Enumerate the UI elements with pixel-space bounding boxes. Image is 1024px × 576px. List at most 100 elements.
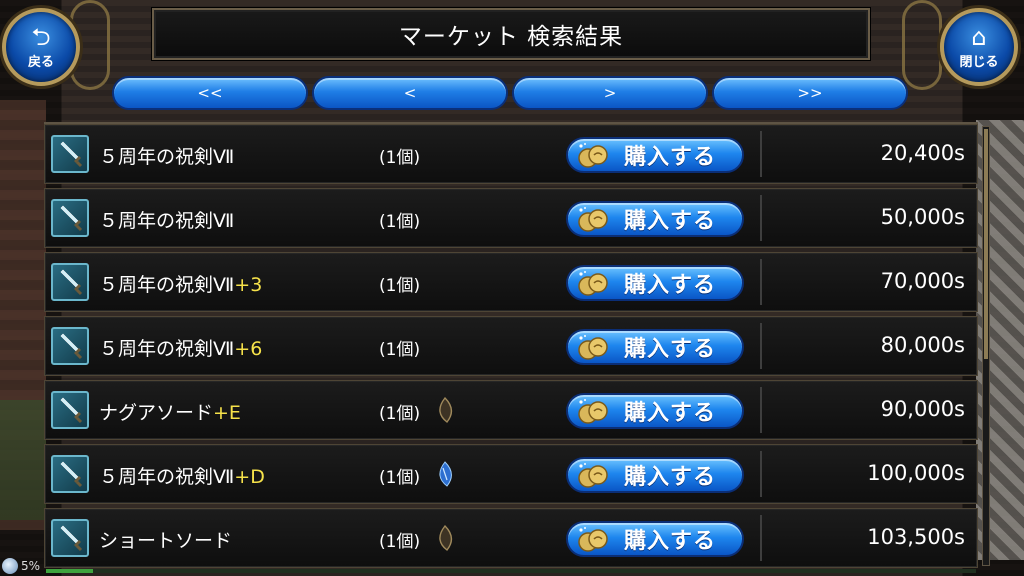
market-item-row: ナグアソード+E (1個) 購入する 90,000s: [44, 380, 978, 440]
ornament-right: [902, 0, 942, 90]
item-quantity: (1個): [379, 276, 421, 296]
status-progress-fill: [46, 569, 93, 573]
item-name-text: ナグアソード: [99, 402, 214, 424]
item-quantity: (1個): [379, 532, 421, 552]
buy-button-label: 購入する: [624, 273, 717, 298]
prev-page-button[interactable]: <: [312, 76, 508, 110]
row-divider: [760, 131, 762, 177]
market-item-row: ショートソード (1個) 購入する 103,500s: [44, 508, 978, 568]
background-grass-left: [0, 400, 46, 520]
item-price: 90,000s: [880, 397, 965, 421]
item-price: 20,400s: [880, 141, 965, 165]
item-enhance-level: +E: [213, 402, 241, 424]
buy-button[interactable]: 購入する: [566, 201, 744, 237]
item-name-text: ５周年の祝剣Ⅶ: [99, 210, 235, 232]
sword-icon[interactable]: [51, 199, 89, 237]
close-label: 閉じる: [959, 54, 999, 70]
buy-button-label: 購入する: [624, 209, 717, 234]
item-quantity: (1個): [379, 212, 421, 232]
brown-stone-icon: [433, 524, 457, 552]
sword-icon[interactable]: [51, 263, 89, 301]
return-arrow-icon: ⮌: [31, 22, 51, 51]
item-name-text: ショートソード: [99, 530, 233, 552]
item-name: ５周年の祝剣Ⅶ+3: [99, 270, 262, 297]
pagination: << < > >>: [112, 76, 908, 110]
item-name-text: ５周年の祝剣Ⅶ: [99, 274, 235, 296]
market-item-row: ５周年の祝剣Ⅶ+3 (1個) 購入する 70,000s: [44, 252, 978, 312]
blue-stone-icon: [433, 460, 457, 488]
row-divider: [760, 195, 762, 241]
sword-icon[interactable]: [51, 455, 89, 493]
item-enhance-level: +3: [234, 274, 263, 296]
item-quantity: (1個): [379, 468, 421, 488]
buy-button[interactable]: 購入する: [566, 265, 744, 301]
item-name-text: ５周年の祝剣Ⅶ: [99, 146, 235, 168]
item-price: 50,000s: [880, 205, 965, 229]
sword-icon[interactable]: [51, 391, 89, 429]
row-divider: [760, 515, 762, 561]
sword-icon[interactable]: [51, 519, 89, 557]
item-name: ５周年の祝剣Ⅶ+6: [99, 334, 262, 361]
coin-icon: [576, 269, 610, 297]
item-name: ショートソード: [99, 526, 232, 553]
coin-icon: [576, 141, 610, 169]
item-name-text: ５周年の祝剣Ⅶ: [99, 338, 235, 360]
next-page-button[interactable]: >: [512, 76, 708, 110]
status-indicator: 5%: [0, 556, 40, 576]
item-enhance-level: +6: [234, 338, 263, 360]
sword-icon[interactable]: [51, 327, 89, 365]
buy-button-label: 購入する: [624, 145, 717, 170]
buy-button-label: 購入する: [624, 529, 717, 554]
coin-icon: [576, 205, 610, 233]
row-divider: [760, 323, 762, 369]
row-divider: [760, 259, 762, 305]
market-item-row: ５周年の祝剣Ⅶ (1個) 購入する 50,000s: [44, 188, 978, 248]
item-price: 80,000s: [880, 333, 965, 357]
home-icon: ⌂: [971, 22, 987, 51]
item-quantity: (1個): [379, 148, 421, 168]
coin-icon: [576, 525, 610, 553]
item-name: ５周年の祝剣Ⅶ: [99, 142, 234, 169]
buy-button-label: 購入する: [624, 465, 717, 490]
buy-button[interactable]: 購入する: [566, 521, 744, 557]
item-price: 100,000s: [867, 461, 965, 485]
coin-icon: [576, 461, 610, 489]
item-name-text: ５周年の祝剣Ⅶ: [99, 466, 235, 488]
title-bar: マーケット 検索結果: [152, 8, 870, 60]
buy-button-label: 購入する: [624, 401, 717, 426]
list-scrollbar[interactable]: [982, 126, 990, 566]
page-title: マーケット 検索結果: [398, 24, 624, 50]
item-price: 70,000s: [880, 269, 965, 293]
item-name: ナグアソード+E: [99, 398, 241, 425]
back-label: 戻る: [27, 54, 54, 70]
close-button[interactable]: ⌂ 閉じる: [940, 8, 1018, 86]
buy-button[interactable]: 購入する: [566, 457, 744, 493]
item-name: ５周年の祝剣Ⅶ+D: [99, 462, 265, 489]
scroll-thumb[interactable]: [984, 129, 988, 359]
buy-button[interactable]: 購入する: [566, 137, 744, 173]
market-item-row: ５周年の祝剣Ⅶ+6 (1個) 購入する 80,000s: [44, 316, 978, 376]
back-button[interactable]: ⮌ 戻る: [2, 8, 80, 86]
buy-button-label: 購入する: [624, 337, 717, 362]
brown-stone-icon: [433, 396, 457, 424]
status-progress-bar: [46, 569, 976, 573]
item-quantity: (1個): [379, 340, 421, 360]
first-page-button[interactable]: <<: [112, 76, 308, 110]
market-result-list: ５周年の祝剣Ⅶ (1個) 購入する 20,400s ５周年の祝剣Ⅶ (1個) 購入する 50,…: [44, 122, 978, 572]
buy-button[interactable]: 購入する: [566, 329, 744, 365]
market-item-row: ５周年の祝剣Ⅶ+D (1個) 購入する 100,000s: [44, 444, 978, 504]
buy-button[interactable]: 購入する: [566, 393, 744, 429]
item-name: ５周年の祝剣Ⅶ: [99, 206, 234, 233]
row-divider: [760, 387, 762, 433]
status-orb-icon: [2, 558, 18, 574]
item-enhance-level: +D: [234, 466, 265, 488]
market-item-row: ５周年の祝剣Ⅶ (1個) 購入する 20,400s: [44, 124, 978, 184]
status-percent: 5%: [21, 559, 41, 573]
sword-icon[interactable]: [51, 135, 89, 173]
coin-icon: [576, 333, 610, 361]
item-price: 103,500s: [867, 525, 965, 549]
item-quantity: (1個): [379, 404, 421, 424]
row-divider: [760, 451, 762, 497]
last-page-button[interactable]: >>: [712, 76, 908, 110]
coin-icon: [576, 397, 610, 425]
